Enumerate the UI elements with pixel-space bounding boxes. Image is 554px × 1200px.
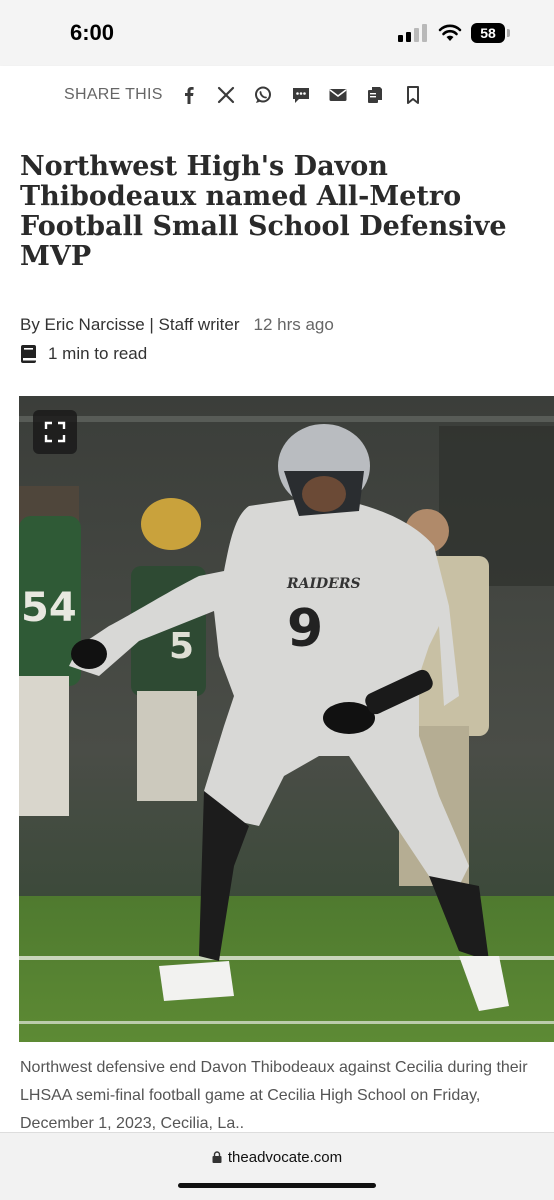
- x-icon[interactable]: [213, 82, 239, 108]
- share-bar: SHARE THIS: [0, 66, 554, 126]
- article: Northwest High's Davon Thibodeaux named …: [0, 126, 554, 1132]
- bookmark-icon[interactable]: [400, 82, 426, 108]
- browser-url-bar[interactable]: theadvocate.com: [0, 1132, 554, 1200]
- publish-time: 12 hrs ago: [253, 315, 334, 334]
- read-time-label: 1 min to read: [48, 344, 148, 363]
- expand-photo-button[interactable]: [33, 410, 77, 454]
- jersey-number: 9: [287, 599, 323, 659]
- whatsapp-icon[interactable]: [250, 82, 276, 108]
- svg-text:54: 54: [21, 585, 77, 631]
- football-player-photo: 54 5 RAIDERS 9: [19, 396, 554, 1042]
- share-label: SHARE THIS: [64, 86, 163, 103]
- wifi-icon: [438, 24, 462, 41]
- status-time: 6:00: [70, 20, 115, 45]
- sms-icon[interactable]: [288, 82, 314, 108]
- url-text: theadvocate.com: [227, 1149, 343, 1166]
- article-photo[interactable]: 54 5 RAIDERS 9: [19, 396, 554, 1042]
- email-icon[interactable]: [325, 82, 351, 108]
- read-time: 1 min to read: [20, 344, 147, 364]
- lock-icon: [212, 1151, 222, 1163]
- copy-link-icon[interactable]: [362, 82, 388, 108]
- url-display[interactable]: theadvocate.com: [0, 1149, 554, 1166]
- facebook-icon[interactable]: [176, 82, 202, 108]
- home-indicator[interactable]: [178, 1183, 376, 1188]
- article-headline: Northwest High's Davon Thibodeaux named …: [20, 151, 507, 272]
- byline: By Eric Narcisse | Staff writer 12 hrs ag…: [20, 315, 334, 335]
- jersey-text: RAIDERS: [286, 576, 361, 592]
- fullscreen-icon: [44, 421, 66, 443]
- author-link[interactable]: By Eric Narcisse | Staff writer: [20, 315, 239, 334]
- photo-caption: Northwest defensive end Davon Thibodeaux…: [20, 1059, 528, 1132]
- signal-icon: [398, 24, 428, 42]
- battery-icon: 58: [471, 23, 511, 43]
- status-bar: 6:00 58: [0, 0, 554, 66]
- battery-level: 58: [471, 23, 505, 43]
- svg-text:5: 5: [169, 626, 194, 667]
- book-icon: [21, 345, 36, 363]
